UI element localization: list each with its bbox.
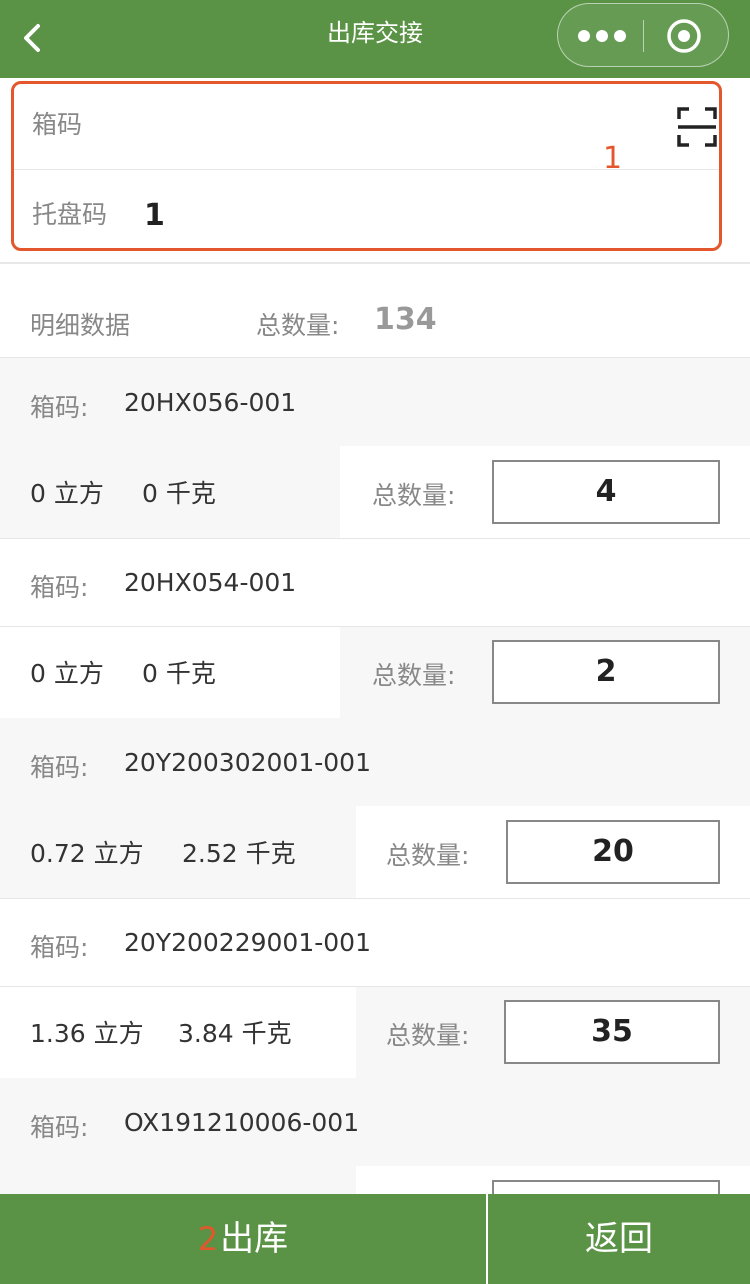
box-code-value: 20HX054-001 xyxy=(124,568,297,597)
box-code-label: 箱码: xyxy=(30,933,89,962)
box-code-label: 箱码 xyxy=(32,110,83,139)
volume-value: 0 立方 xyxy=(30,479,104,508)
box-code-value: 20HX056-001 xyxy=(124,388,297,417)
box-code-row: 箱码: 20Y200229001-001 xyxy=(0,898,750,986)
weight-value: 2.52 千克 xyxy=(182,839,296,868)
box-code-row: 箱码: OX191210006-001 xyxy=(0,1078,750,1166)
annotation-marker: 2 xyxy=(197,1220,219,1258)
list-item: 箱码: 20Y200302001-001 0.72 立方 2.52 千克 总数量… xyxy=(0,718,750,898)
outbound-button[interactable]: 2出库 xyxy=(0,1194,486,1284)
back-button[interactable]: 返回 xyxy=(488,1194,750,1284)
item-info-row: 0 立方 0 千克 总数量: 2 xyxy=(0,626,750,718)
more-icon[interactable] xyxy=(576,21,628,51)
box-code-row: 箱码: 20Y200302001-001 xyxy=(0,718,750,806)
annotation-marker: 1 xyxy=(603,141,623,176)
summary-row: 明细数据 总数量: 134 xyxy=(0,264,750,358)
box-code-label: 箱码: xyxy=(30,393,89,422)
total-quantity-label: 总数量: xyxy=(256,311,340,340)
quantity-input[interactable]: 4 xyxy=(492,460,720,524)
box-code-value: 20Y200229001-001 xyxy=(124,928,371,957)
pallet-code-label: 托盘码 xyxy=(32,200,108,229)
weight-value: 0 千克 xyxy=(142,479,216,508)
close-target-icon[interactable] xyxy=(666,18,702,54)
pallet-code-row[interactable]: 托盘码 1 xyxy=(14,170,719,256)
item-info-row: 1.36 立方 3.84 千克 总数量: 35 xyxy=(0,986,750,1078)
quantity-label: 总数量: xyxy=(372,661,456,690)
detail-data-label: 明细数据 xyxy=(30,311,131,340)
volume-value: 0.72 立方 xyxy=(30,839,144,868)
scan-icon[interactable] xyxy=(676,106,718,148)
weight-value: 0 千克 xyxy=(142,659,216,688)
quantity-label: 总数量: xyxy=(386,1021,470,1050)
box-code-label: 箱码: xyxy=(30,1113,89,1142)
box-code-label: 箱码: xyxy=(30,753,89,782)
list-item: 箱码: 20HX054-001 0 立方 0 千克 总数量: 2 xyxy=(0,538,750,718)
quantity-label: 总数量: xyxy=(372,481,456,510)
mini-program-capsule xyxy=(557,3,729,67)
box-code-label: 箱码: xyxy=(30,573,89,602)
pallet-code-input[interactable]: 1 xyxy=(144,198,165,233)
nav-bar: 出库交接 xyxy=(0,0,750,78)
box-code-row: 箱码: 20HX054-001 xyxy=(0,538,750,626)
box-code-row: 箱码: 20HX056-001 xyxy=(0,358,750,446)
box-code-value: 20Y200302001-001 xyxy=(124,748,371,777)
volume-value: 0 立方 xyxy=(30,659,104,688)
detail-list: 箱码: 20HX056-001 0 立方 0 千克 总数量: 4 箱码: 20H… xyxy=(0,358,750,1258)
list-item: 箱码: 20Y200229001-001 1.36 立方 3.84 千克 总数量… xyxy=(0,898,750,1078)
bottom-action-bar: 2出库 返回 xyxy=(0,1194,750,1284)
list-item: 箱码: 20HX056-001 0 立方 0 千克 总数量: 4 xyxy=(0,358,750,538)
scan-input-box: 箱码 托盘码 1 1 xyxy=(11,81,722,251)
capsule-divider xyxy=(643,20,644,52)
item-info-row: 0.72 立方 2.52 千克 总数量: 20 xyxy=(0,806,750,898)
quantity-input[interactable]: 20 xyxy=(506,820,720,884)
volume-value: 1.36 立方 xyxy=(30,1019,144,1048)
quantity-input[interactable]: 35 xyxy=(504,1000,720,1064)
outbound-label: 出库 xyxy=(220,1219,289,1259)
quantity-input[interactable]: 2 xyxy=(492,640,720,704)
weight-value: 3.84 千克 xyxy=(178,1019,292,1048)
item-info-row: 0 立方 0 千克 总数量: 4 xyxy=(0,446,750,538)
quantity-label: 总数量: xyxy=(386,841,470,870)
box-code-value: OX191210006-001 xyxy=(124,1108,360,1137)
total-quantity-value: 134 xyxy=(374,302,437,337)
